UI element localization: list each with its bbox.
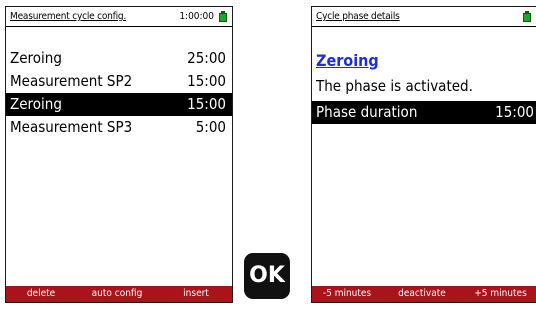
delete-softkey[interactable]: delete (6, 286, 76, 302)
battery-icon (523, 11, 531, 22)
ok-button[interactable]: OK (244, 253, 290, 299)
titlebar: Measurement cycle config. 1:00:00 (6, 7, 232, 27)
phase-duration-value: 15:00 (495, 103, 534, 121)
phase-duration: 15:00 (187, 72, 226, 90)
softkey-bar: -5 minutes deactivate +5 minutes (312, 286, 536, 302)
phase-status-text: The phase is activated. (316, 77, 473, 95)
screen-title: Cycle phase details (316, 11, 400, 22)
screen-title: Measurement cycle config. (10, 11, 127, 22)
phase-duration-row[interactable]: Phase duration 15:00 (312, 101, 536, 124)
phase-duration-label: Phase duration (316, 103, 418, 121)
phase-name: Measurement SP3 (10, 118, 133, 136)
minus-5-minutes-softkey[interactable]: -5 minutes (312, 286, 382, 302)
phase-duration: 25:00 (187, 49, 226, 67)
softkey-bar: delete auto config insert (6, 286, 232, 302)
phase-name: Zeroing (10, 49, 62, 67)
battery-icon (219, 11, 227, 22)
phase-name: Measurement SP2 (10, 72, 133, 90)
list-item[interactable]: Measurement SP3 5:00 (6, 116, 232, 139)
list-item-selected[interactable]: Zeroing 15:00 (6, 93, 232, 116)
insert-softkey[interactable]: insert (158, 286, 232, 302)
right-screen: Cycle phase details Zeroing The phase is… (311, 6, 536, 303)
plus-5-minutes-softkey[interactable]: +5 minutes (464, 286, 536, 302)
cycle-phase-list: Zeroing 25:00 Measurement SP2 15:00 Zero… (6, 47, 232, 139)
phase-duration: 5:00 (195, 118, 226, 136)
left-screen: Measurement cycle config. 1:00:00 Zeroin… (5, 6, 233, 303)
titlebar: Cycle phase details (312, 7, 536, 27)
auto-config-softkey[interactable]: auto config (72, 286, 162, 302)
phase-heading: Zeroing (316, 51, 379, 70)
phase-name: Zeroing (10, 95, 62, 113)
deactivate-softkey[interactable]: deactivate (376, 286, 468, 302)
phase-duration: 15:00 (187, 95, 226, 113)
list-item[interactable]: Zeroing 25:00 (6, 47, 232, 70)
clock-display: 1:00:00 (179, 11, 214, 22)
list-item[interactable]: Measurement SP2 15:00 (6, 70, 232, 93)
